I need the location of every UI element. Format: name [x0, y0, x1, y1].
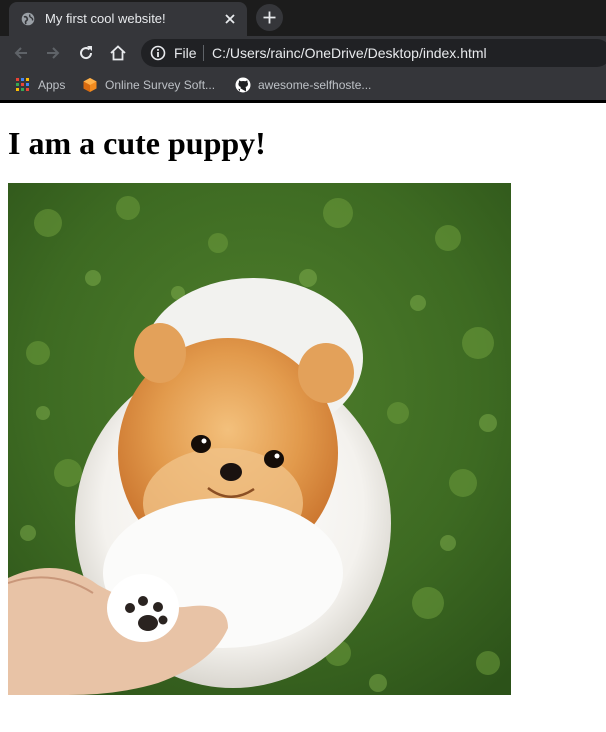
- url-text[interactable]: C:/Users/rainc/OneDrive/Desktop/index.ht…: [212, 45, 487, 61]
- browser-tab[interactable]: My first cool website!: [9, 2, 247, 36]
- page-content: I am a cute puppy!: [0, 103, 606, 732]
- pomeranian-puppy-photo: [8, 183, 511, 695]
- puppy-photo: [8, 183, 511, 695]
- tab-title: My first cool website!: [45, 11, 166, 26]
- tab-strip: My first cool website!: [0, 0, 606, 36]
- orange-cube-icon: [83, 78, 97, 92]
- browser-chrome: My first cool website! File C:/Users/rai…: [0, 0, 606, 103]
- reload-icon[interactable]: [77, 44, 95, 62]
- new-tab-button[interactable]: [256, 4, 283, 31]
- omnibox-divider: [203, 45, 204, 61]
- url-scheme: File: [174, 45, 197, 61]
- apps-grid-icon: [16, 78, 29, 91]
- globe-icon: [21, 12, 35, 26]
- plus-icon: [263, 11, 276, 24]
- close-icon[interactable]: [223, 12, 237, 26]
- bookmark-label: Apps: [38, 78, 66, 92]
- page-heading: I am a cute puppy!: [8, 125, 266, 161]
- forward-arrow-icon[interactable]: [44, 44, 62, 62]
- address-bar[interactable]: File C:/Users/rainc/OneDrive/Desktop/ind…: [141, 39, 606, 67]
- bookmark-label: Online Survey Soft...: [105, 78, 216, 92]
- bookmark-label: awesome-selfhoste...: [258, 78, 372, 92]
- info-icon[interactable]: [150, 45, 166, 61]
- bookmarks-bar: Apps Online Survey Soft... awesome-selfh…: [0, 70, 606, 100]
- back-arrow-icon[interactable]: [12, 44, 30, 62]
- home-icon[interactable]: [109, 44, 127, 62]
- github-icon: [235, 77, 251, 93]
